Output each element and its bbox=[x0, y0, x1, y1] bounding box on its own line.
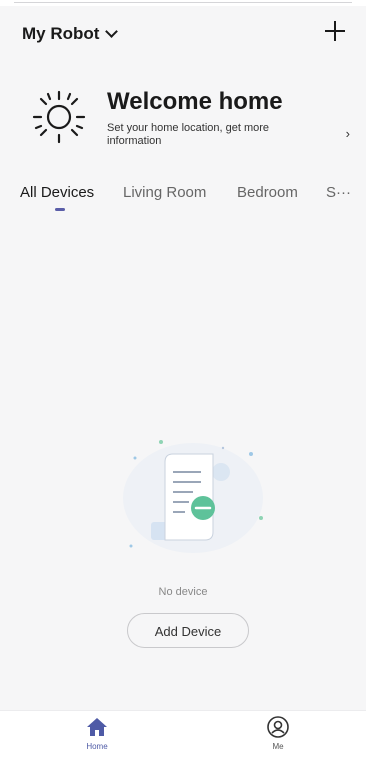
chevron-right-icon: › bbox=[345, 126, 350, 141]
bottom-nav: Home Me bbox=[0, 710, 366, 760]
nav-me[interactable]: Me bbox=[248, 715, 308, 751]
welcome-banner[interactable]: Welcome home Set your home location, get… bbox=[0, 80, 366, 160]
chevron-down-icon bbox=[105, 25, 119, 38]
sun-icon bbox=[32, 90, 86, 144]
tab-living-room[interactable]: Living Room bbox=[123, 184, 206, 201]
home-icon bbox=[87, 718, 107, 736]
empty-state-message: No device bbox=[158, 586, 208, 598]
tab-bedroom[interactable]: Bedroom bbox=[237, 184, 298, 201]
home-name: My Robot bbox=[22, 24, 100, 43]
add-icon[interactable] bbox=[322, 18, 348, 44]
nav-home-label: Home bbox=[86, 742, 108, 751]
nav-home[interactable]: Home bbox=[67, 715, 127, 751]
tabs-more-button[interactable]: S··· bbox=[326, 184, 352, 201]
app-screen: My Robot Welcome home Set your home loca… bbox=[0, 0, 366, 760]
home-selector[interactable]: My Robot bbox=[22, 24, 119, 44]
welcome-title: Welcome home bbox=[107, 88, 283, 115]
room-tabs: All Devices Living Room Bedroom S··· bbox=[0, 180, 366, 220]
empty-document-icon bbox=[123, 440, 263, 553]
nav-me-label: Me bbox=[272, 742, 284, 751]
add-device-button[interactable]: Add Device bbox=[127, 613, 249, 648]
app-header: My Robot bbox=[0, 14, 366, 58]
welcome-subtitle: Set your home location, get more informa… bbox=[107, 122, 270, 147]
status-divider bbox=[0, 0, 366, 6]
active-tab-indicator bbox=[55, 208, 65, 211]
tab-all-devices[interactable]: All Devices bbox=[20, 184, 94, 201]
user-icon bbox=[267, 716, 289, 738]
